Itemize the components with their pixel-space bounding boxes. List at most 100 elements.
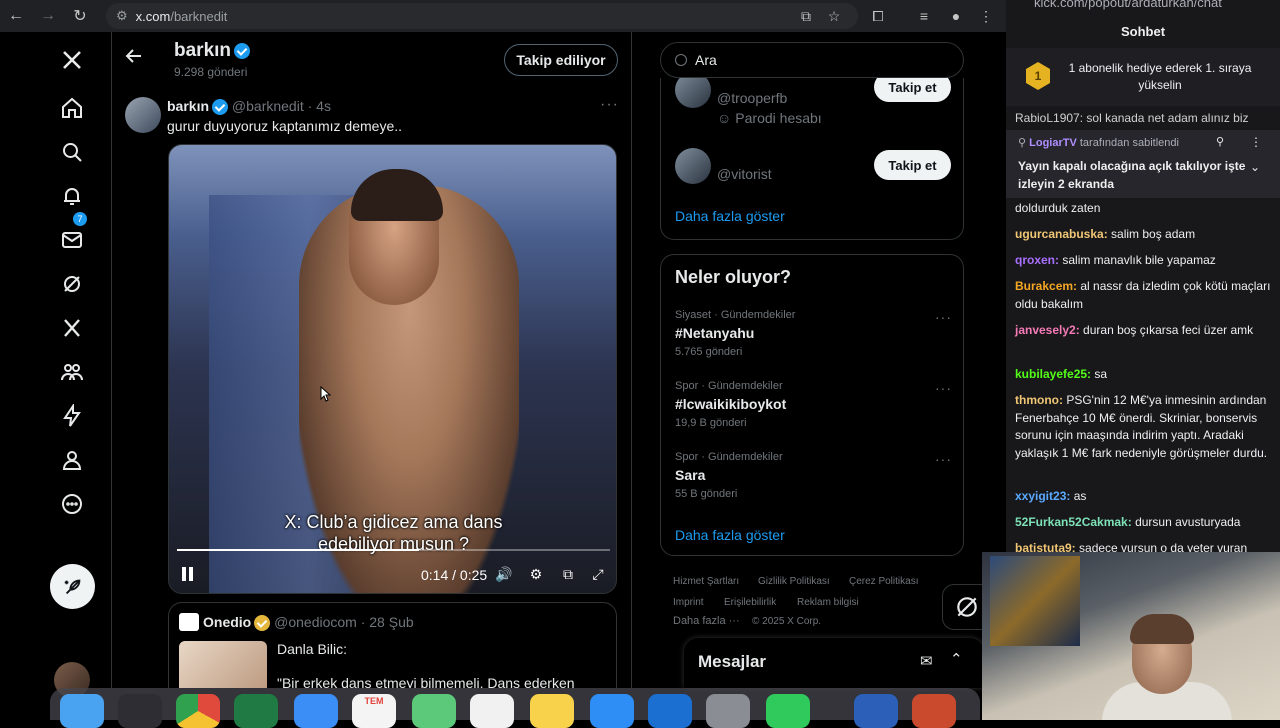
back-icon[interactable]: ←	[0, 0, 32, 32]
media-control-icon[interactable]: ≡	[908, 0, 940, 32]
chat-username[interactable]: janvesely2:	[1015, 323, 1080, 337]
word-icon[interactable]	[854, 694, 898, 728]
quoted-tweet-header: Onedio @onediocom · 28 Şub	[203, 614, 414, 632]
who-to-follow-handle[interactable]: @vitorist	[717, 166, 772, 182]
trend-name[interactable]: #Netanyahu	[675, 325, 754, 341]
trend-category: Spor · Gündemdekiler	[675, 380, 783, 392]
trend-more-icon[interactable]: ···	[935, 380, 952, 396]
footer-link[interactable]: Imprint	[673, 597, 704, 608]
quoted-tweet-line1: Danla Bilic:	[277, 641, 348, 657]
reminders-icon[interactable]	[470, 694, 514, 728]
menu-icon[interactable]: ⋮	[970, 0, 1002, 32]
chat-username[interactable]: 52Furkan52Cakmak:	[1015, 515, 1132, 529]
communities-icon[interactable]	[50, 350, 94, 394]
app-store-icon[interactable]	[590, 694, 634, 728]
more-options-icon[interactable]	[50, 482, 94, 526]
x-logo-icon[interactable]	[50, 38, 94, 82]
verified-orgs-bolt-icon[interactable]	[50, 394, 94, 438]
chat-username[interactable]: xxyigit23:	[1015, 489, 1070, 503]
pinned-more-icon[interactable]: ⋮	[1250, 135, 1262, 149]
finder-icon[interactable]	[60, 694, 104, 728]
chat-username[interactable]: qroxen:	[1015, 253, 1059, 267]
who-to-follow-handle[interactable]: @trooperfb	[717, 90, 787, 106]
chat-username[interactable]: kubilayefe25:	[1015, 367, 1091, 381]
profile-person-icon[interactable]	[50, 438, 94, 482]
pip-icon[interactable]: ⧉	[559, 565, 577, 583]
messages-envelope-icon[interactable]	[50, 218, 94, 262]
new-message-icon[interactable]: ✉	[920, 652, 933, 670]
chat-username[interactable]: ugurcanabuska:	[1015, 227, 1108, 241]
chat-text: salim manavlık bile yapamaz	[1059, 253, 1216, 267]
calendar-icon[interactable]: TEM	[352, 694, 396, 728]
chat-username[interactable]: thmono:	[1015, 393, 1063, 407]
compose-post-button[interactable]	[50, 564, 95, 609]
notes-icon[interactable]	[530, 694, 574, 728]
address-bar[interactable]: ⚙ x.com/barknedit	[106, 3, 858, 29]
chat-username[interactable]: Burakcem:	[1015, 279, 1077, 293]
grok-icon[interactable]	[50, 262, 94, 306]
chat-message: doldurduk zaten	[1015, 200, 1273, 218]
search-icon[interactable]	[50, 130, 94, 174]
fullscreen-icon[interactable]: ⤢	[589, 565, 607, 583]
profile-icon[interactable]: ●	[940, 0, 972, 32]
chevron-down-icon[interactable]: ⌄	[1250, 160, 1260, 174]
excel-icon[interactable]	[234, 694, 278, 728]
webcam-overlay	[982, 552, 1280, 720]
who-to-follow-avatar[interactable]	[675, 148, 711, 184]
notifications-bell-icon[interactable]	[50, 174, 94, 218]
webcam-poster	[990, 556, 1080, 646]
footer-link[interactable]: Gizlilik Politikası	[758, 576, 830, 587]
gift-banner[interactable]: 1 1 abonelik hediye ederek 1. sıraya yük…	[1006, 48, 1280, 106]
system-settings-icon[interactable]	[706, 694, 750, 728]
trend-name[interactable]: #lcwaikikiboykot	[675, 396, 786, 412]
launchpad-icon[interactable]	[118, 694, 162, 728]
chat-message: 52Furkan52Cakmak: dursun avusturyada	[1015, 514, 1273, 532]
trends-panel: Neler oluyor? Siyaset · Gündemdekiler #N…	[660, 254, 964, 556]
tweet-author-avatar[interactable]	[125, 97, 161, 133]
tweet-author-handle[interactable]: @barknedit	[232, 98, 304, 114]
unpin-icon[interactable]: ⚲	[1216, 135, 1224, 148]
settings-gear-icon[interactable]: ⚙	[527, 565, 545, 583]
quoted-tweet[interactable]: Onedio @onediocom · 28 Şub Danla Bilic: …	[168, 602, 617, 688]
tweet-time[interactable]: · 4s	[308, 98, 331, 114]
pinned-message[interactable]: ⚲ LogiarTV tarafından sabitlendi ⚲ ⋮ Yay…	[1006, 130, 1280, 198]
footer-more-link[interactable]: Daha fazla ···	[673, 615, 740, 627]
expand-chevron-icon[interactable]: ⌃	[950, 650, 963, 668]
footer-link[interactable]: Çerez Politikası	[849, 576, 918, 587]
premium-x-icon[interactable]	[50, 306, 94, 350]
maps-icon[interactable]	[412, 694, 456, 728]
reload-icon[interactable]: ↻	[64, 0, 96, 32]
powerpoint-icon[interactable]	[912, 694, 956, 728]
chat-text: as	[1070, 489, 1087, 503]
outlook-icon[interactable]	[648, 694, 692, 728]
back-arrow-icon[interactable]	[124, 46, 144, 66]
tweet-video[interactable]: X: Club’a gidicez ama dans edebiliyor mu…	[168, 144, 617, 594]
forward-icon[interactable]: →	[32, 0, 64, 32]
whatsapp-icon[interactable]	[766, 694, 810, 728]
video-progress-fill	[177, 549, 420, 551]
following-button[interactable]: Takip ediliyor	[504, 44, 618, 76]
footer-link[interactable]: Erişilebilirlik	[724, 597, 776, 608]
extensions-icon[interactable]: ⧠	[862, 0, 894, 32]
video-progress-bar[interactable]	[177, 549, 610, 551]
home-icon[interactable]	[50, 86, 94, 130]
show-more-link[interactable]: Daha fazla göster	[675, 527, 785, 543]
bookmark-star-icon[interactable]: ☆	[818, 0, 850, 32]
mail-icon[interactable]	[294, 694, 338, 728]
footer-link[interactable]: Reklam bilgisi	[797, 597, 859, 608]
chrome-icon[interactable]	[176, 694, 220, 728]
tweet-more-icon[interactable]: ···	[600, 96, 619, 114]
site-info-icon[interactable]: ⚙	[116, 8, 128, 24]
trend-more-icon[interactable]: ···	[935, 309, 952, 325]
volume-icon[interactable]: 🔊	[495, 565, 513, 583]
pause-icon[interactable]	[181, 567, 195, 581]
search-input[interactable]: Ara	[660, 42, 964, 78]
trend-name[interactable]: Sara	[675, 467, 705, 483]
footer-link[interactable]: Hizmet Şartları	[673, 576, 739, 587]
tweet-author-name[interactable]: barkın	[167, 98, 209, 114]
trend-more-icon[interactable]: ···	[935, 451, 952, 467]
follow-button[interactable]: Takip et	[874, 150, 951, 180]
messages-drawer[interactable]: Mesajlar ✉ ⌃	[684, 638, 984, 688]
show-more-link[interactable]: Daha fazla göster	[675, 208, 785, 224]
url-host: x.com	[135, 8, 171, 24]
